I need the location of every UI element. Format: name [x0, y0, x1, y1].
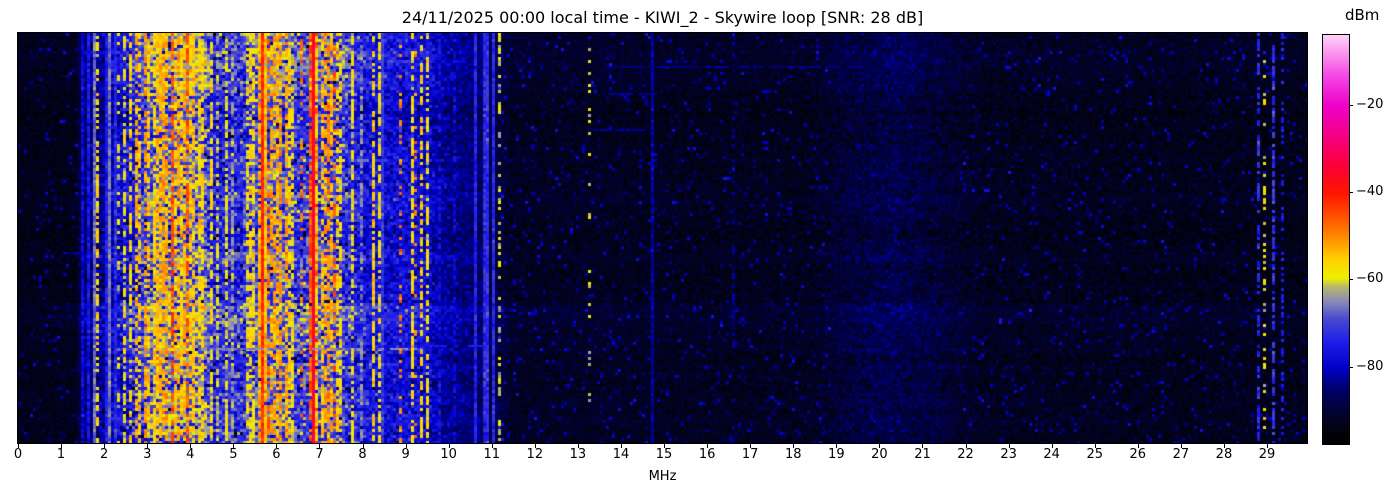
colorbar-tick — [1349, 192, 1353, 194]
colorbar-tick — [1349, 279, 1353, 281]
x-tick-label: 6 — [272, 447, 281, 462]
x-tick-label: 13 — [569, 447, 587, 462]
colorbar-tick-label: −60 — [1356, 271, 1384, 287]
colorbar-tick — [1349, 366, 1353, 368]
x-tick-label: 10 — [440, 447, 457, 462]
x-tick-label: 28 — [1215, 447, 1233, 462]
x-tick-label: 8 — [358, 447, 367, 462]
x-tick-label: 21 — [914, 447, 931, 462]
x-tick-label: 25 — [1086, 447, 1104, 462]
colorbar-unit-label: dBm — [1345, 6, 1380, 24]
waterfall-plot — [17, 32, 1308, 444]
x-tick-label: 26 — [1129, 447, 1147, 462]
x-tick-label: 20 — [871, 447, 888, 462]
x-tick-label: 2 — [99, 447, 109, 462]
x-tick-label: 12 — [526, 447, 544, 462]
x-tick-label: 23 — [1000, 447, 1017, 462]
colorbar-tick-label: −40 — [1356, 184, 1384, 200]
x-tick-label: 3 — [143, 447, 152, 462]
x-tick-label: 19 — [828, 447, 845, 462]
waterfall-canvas — [18, 33, 1307, 443]
x-tick-label: 17 — [741, 447, 759, 462]
x-tick-label: 18 — [784, 447, 802, 462]
x-tick-label: 1 — [56, 447, 66, 462]
x-tick-label: 14 — [612, 447, 630, 462]
x-tick-label: 15 — [655, 447, 673, 462]
x-tick-label: 7 — [315, 447, 324, 462]
colorbar-tick-label: −80 — [1356, 358, 1384, 374]
x-tick-label: 29 — [1258, 447, 1276, 462]
x-axis-label: MHz — [648, 469, 677, 484]
x-tick-label: 22 — [957, 447, 974, 462]
x-tick-label: 27 — [1172, 447, 1190, 462]
x-tick-label: 9 — [401, 447, 410, 462]
x-tick-label: 5 — [229, 447, 238, 462]
x-tick-label: 24 — [1043, 447, 1060, 462]
x-tick-label: 16 — [698, 447, 716, 462]
x-tick-label: 0 — [13, 447, 23, 462]
x-tick-label: 11 — [483, 447, 501, 462]
colorbar — [1322, 34, 1350, 445]
chart-title: 24/11/2025 00:00 local time - KIWI_2 - S… — [401, 8, 924, 27]
x-tick-label: 4 — [186, 447, 195, 462]
colorbar-tick-label: −20 — [1356, 97, 1384, 113]
colorbar-tick — [1349, 105, 1353, 107]
spectrogram-figure: 24/11/2025 00:00 local time - KIWI_2 - S… — [0, 0, 1400, 500]
